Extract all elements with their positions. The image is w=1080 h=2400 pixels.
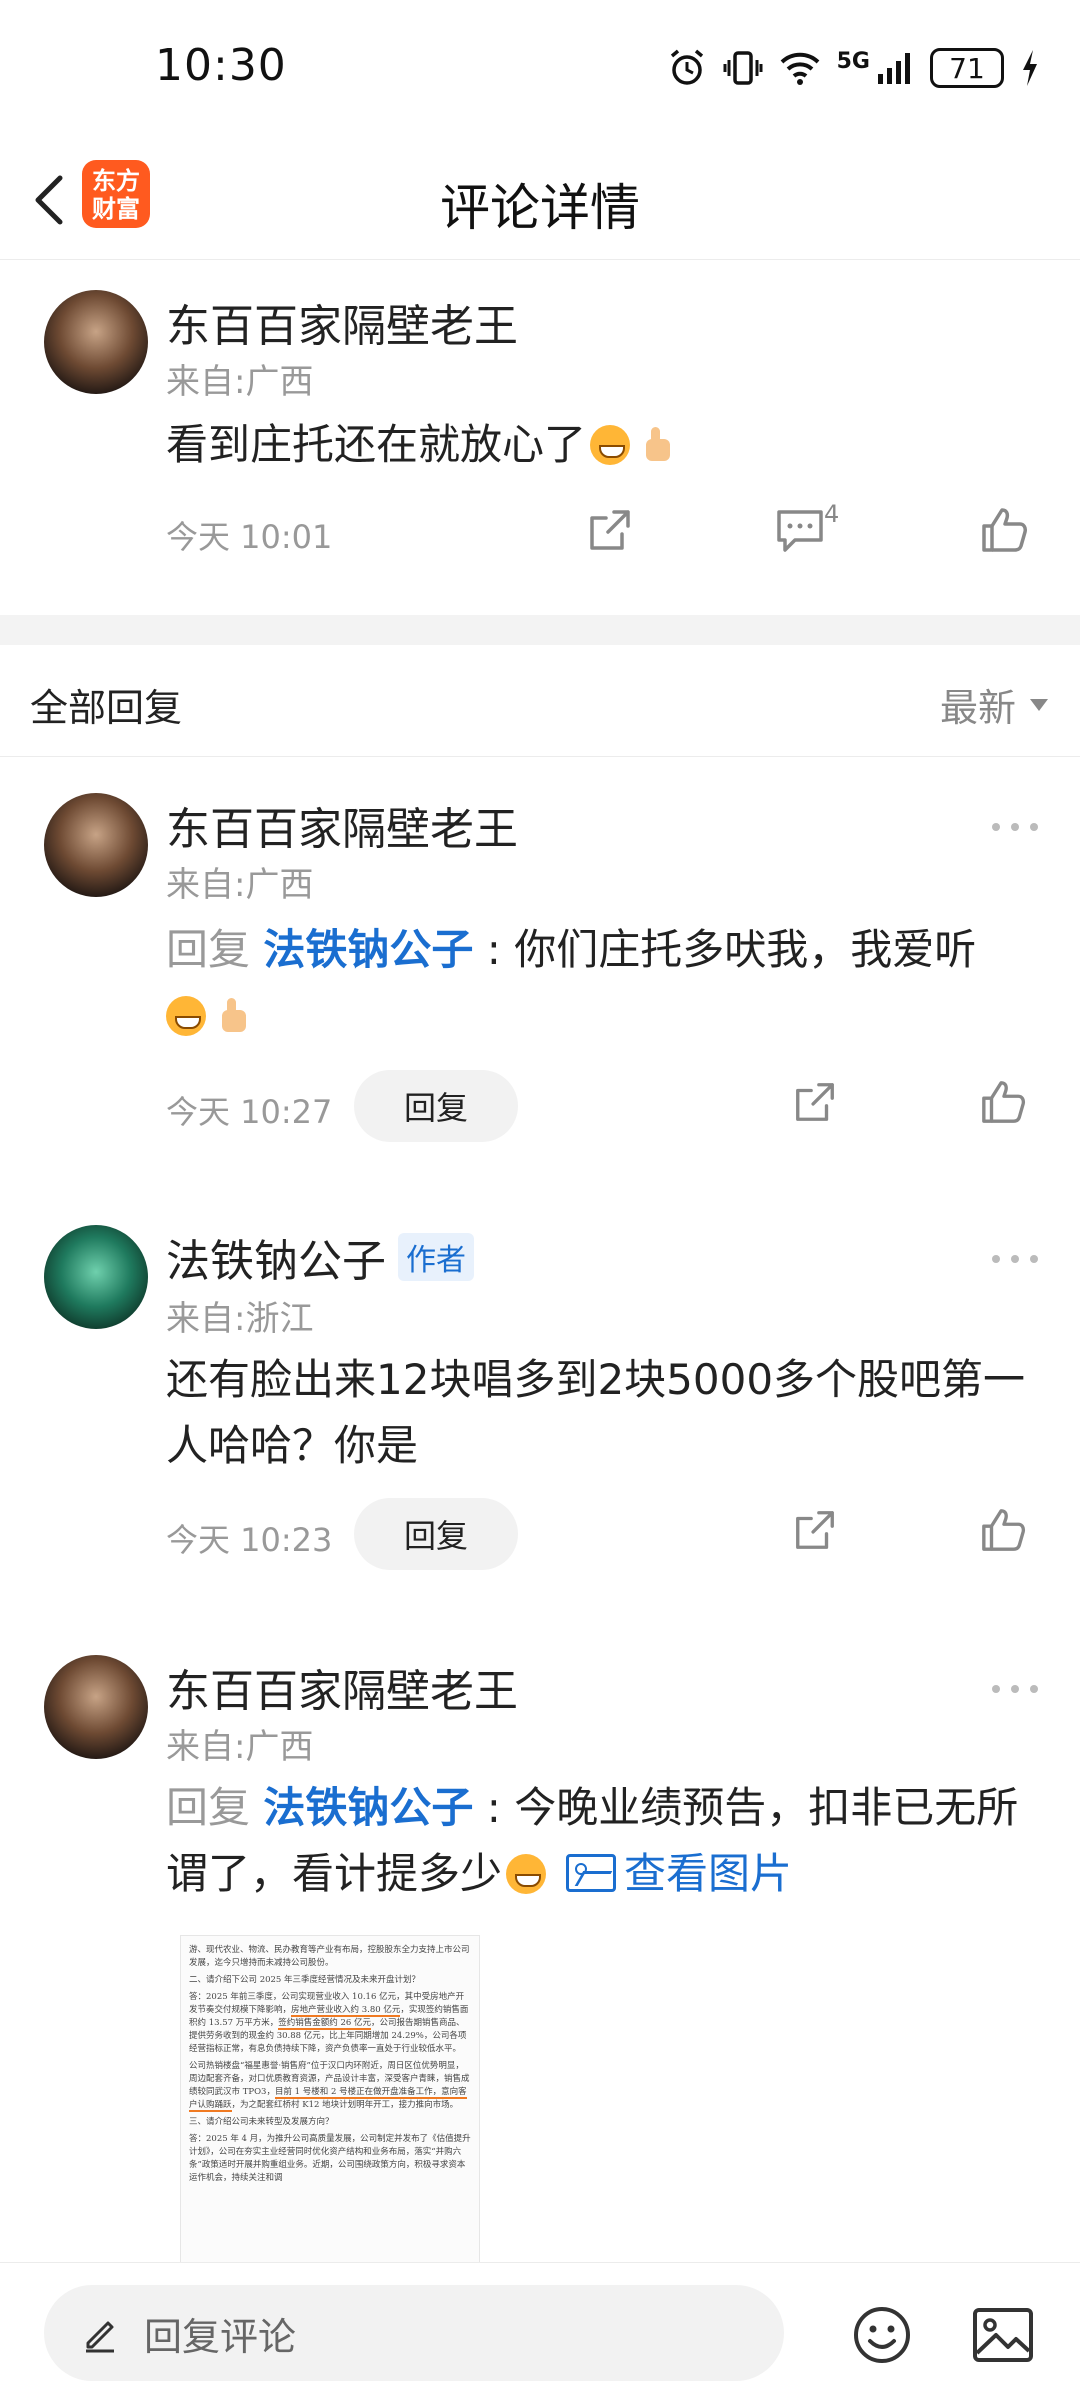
doc-paragraph: 答：2025 年前三季度，公司实现营业收入 10.16 亿元，其中受房地产开发节… [189,1991,471,2056]
reply-author[interactable]: 东百百家隔壁老王 [166,793,518,857]
comment-icon[interactable] [775,506,825,554]
page-title: 评论详情 [440,179,640,237]
reply-time: 今天 10:27 [166,1093,333,1131]
doc-line: 三、请介绍公司未来转型及发展方向？ [189,2117,334,2127]
reply-author[interactable]: 东百百家隔壁老王 [166,1655,518,1719]
image-upload-icon[interactable] [972,2307,1034,2363]
reply-text: 回复 法铁钠公子 : 你们庄托多吠我，我爱听 [166,917,1036,1049]
reply-location: 来自:广西 [166,865,314,905]
attached-image[interactable]: 游、现代农业、物流、民办教育等产业有布局，控股股东全力支持上市公司发展，迄今只增… [180,1935,480,2265]
view-image-link[interactable]: 查看图片 [624,1849,792,1898]
vibrate-icon [723,51,763,85]
share-icon[interactable] [792,1079,838,1125]
reply-text: 还有脸出来12块唱多到2块5000多个股吧第一人哈哈？你是 [166,1355,1026,1470]
more-options-icon[interactable] [990,819,1040,835]
status-icons: 5G 71 [667,48,1040,88]
like-icon[interactable] [980,506,1028,554]
emoji-icon[interactable] [852,2305,912,2365]
reply-text: 回复 法铁钠公子 : 今晚业绩预告，扣非已无所谓了，看计提多少 查看图片 [166,1775,1036,1907]
sort-label: 最新 [939,686,1016,730]
battery-level: 71 [949,51,985,85]
grin-emoji-icon [590,425,631,465]
avatar[interactable] [44,793,148,897]
charging-icon [1023,50,1037,86]
thumbs-up-emoji-icon [210,996,250,1036]
reply-prefix: 回复 [166,1783,251,1832]
avatar[interactable] [44,1655,148,1759]
reply-prefix: 回复 [166,925,251,974]
reply-item: 东百百家隔壁老王 来自:广西 回复 法铁钠公子 : 今晚业绩预告，扣非已无所谓了… [0,1625,1080,2265]
bottom-bar: 回复评论 [0,2262,1080,2400]
doc-line: 游、现代农业、物流、民办教育等产业有布局，控股股东全力支持上市公司发展，迄今只增… [189,1945,470,1968]
comment-count: 4 [824,500,840,528]
pencil-icon [86,2321,114,2353]
reply-item: 法铁钠公子 作者 来自:浙江 还有脸出来12块唱多到2块5000多个股吧第一人哈哈… [0,1195,1080,1615]
reply-location: 来自:浙江 [166,1299,314,1339]
reply-text-body: : 你们庄托多吠我，我爱听 [473,925,977,974]
mention-link[interactable]: 法铁钠公子 [263,925,473,974]
comment-time: 今天 10:01 [166,518,333,556]
doc-line: 二、请介绍下公司 2025 年三季度经营情况及未来开盘计划？ [189,1975,421,1985]
main-comment: 东百百家隔壁老王 来自:广西 看到庄托还在就放心了 今天 10:01 4 [0,260,1080,615]
doc-line: ，为之配套红桥村 K12 地块计划明年开工，接力推向市场。 [231,2100,459,2110]
reply-input-placeholder: 回复评论 [144,2314,297,2359]
doc-highlight: 签约销售金额约 26 亿元 [278,2018,371,2030]
grin-emoji-icon [166,996,206,1036]
like-icon[interactable] [980,1079,1026,1125]
avatar[interactable] [44,290,148,394]
share-icon[interactable] [792,1507,838,1553]
comment-text-body: 看到庄托还在就放心了 [166,420,587,469]
reply-location: 来自:广西 [166,1727,314,1767]
doc-highlight: 房地产营业收入约 3.80 亿元 [291,2005,401,2017]
replies-title: 全部回复 [30,686,183,730]
battery-indicator: 71 [930,48,1004,88]
reply-button[interactable]: 回复 [354,1070,518,1142]
section-divider [0,615,1080,645]
reply-item: 东百百家隔壁老王 来自:广西 回复 法铁钠公子 : 你们庄托多吠我，我爱听 今天… [0,757,1080,1167]
status-bar: 10:30 5G 71 [0,0,1080,140]
mention-link[interactable]: 法铁钠公子 [263,1783,473,1832]
alarm-icon [670,49,703,85]
header: 东方财富 评论详情 [0,140,1080,260]
doc-paragraph: 公司热销楼盘“福星惠誉·销售府”位于汉口内环附近，周日区位优势明显，周边配套齐备… [189,2060,471,2112]
doc-line: 答：2025 年 4 月，为推升公司高质量发展，公司制定并发布了《估值提升计划》… [189,2134,471,2183]
network-type: 5G [836,48,870,74]
signal-icon [878,53,910,84]
share-icon[interactable] [586,506,634,554]
more-options-icon[interactable] [990,1251,1040,1267]
author-badge: 作者 [398,1233,474,1281]
wifi-icon [780,52,820,85]
reply-time: 今天 10:23 [166,1521,333,1559]
comment-author[interactable]: 东百百家隔壁老王 [166,290,518,354]
more-options-icon[interactable] [990,1681,1040,1697]
reply-button[interactable]: 回复 [354,1498,518,1570]
image-icon [566,1854,617,1892]
like-icon[interactable] [980,1507,1026,1553]
dropdown-arrow-icon [1030,698,1048,711]
status-time: 10:30 [155,40,287,91]
grin-emoji-icon [506,1854,547,1894]
comment-location: 来自:广西 [166,362,314,402]
sort-dropdown[interactable]: 最新 [940,677,1048,732]
comment-text: 看到庄托还在就放心了 [166,412,674,478]
reply-author-name: 法铁钠公子 [166,1236,386,1287]
thumbs-up-emoji-icon [634,425,674,465]
reply-comment-input[interactable]: 回复评论 [44,2285,784,2381]
reply-author[interactable]: 法铁钠公子 作者 [166,1225,474,1289]
replies-header: 全部回复 最新 [0,645,1080,757]
avatar[interactable] [44,1225,148,1329]
